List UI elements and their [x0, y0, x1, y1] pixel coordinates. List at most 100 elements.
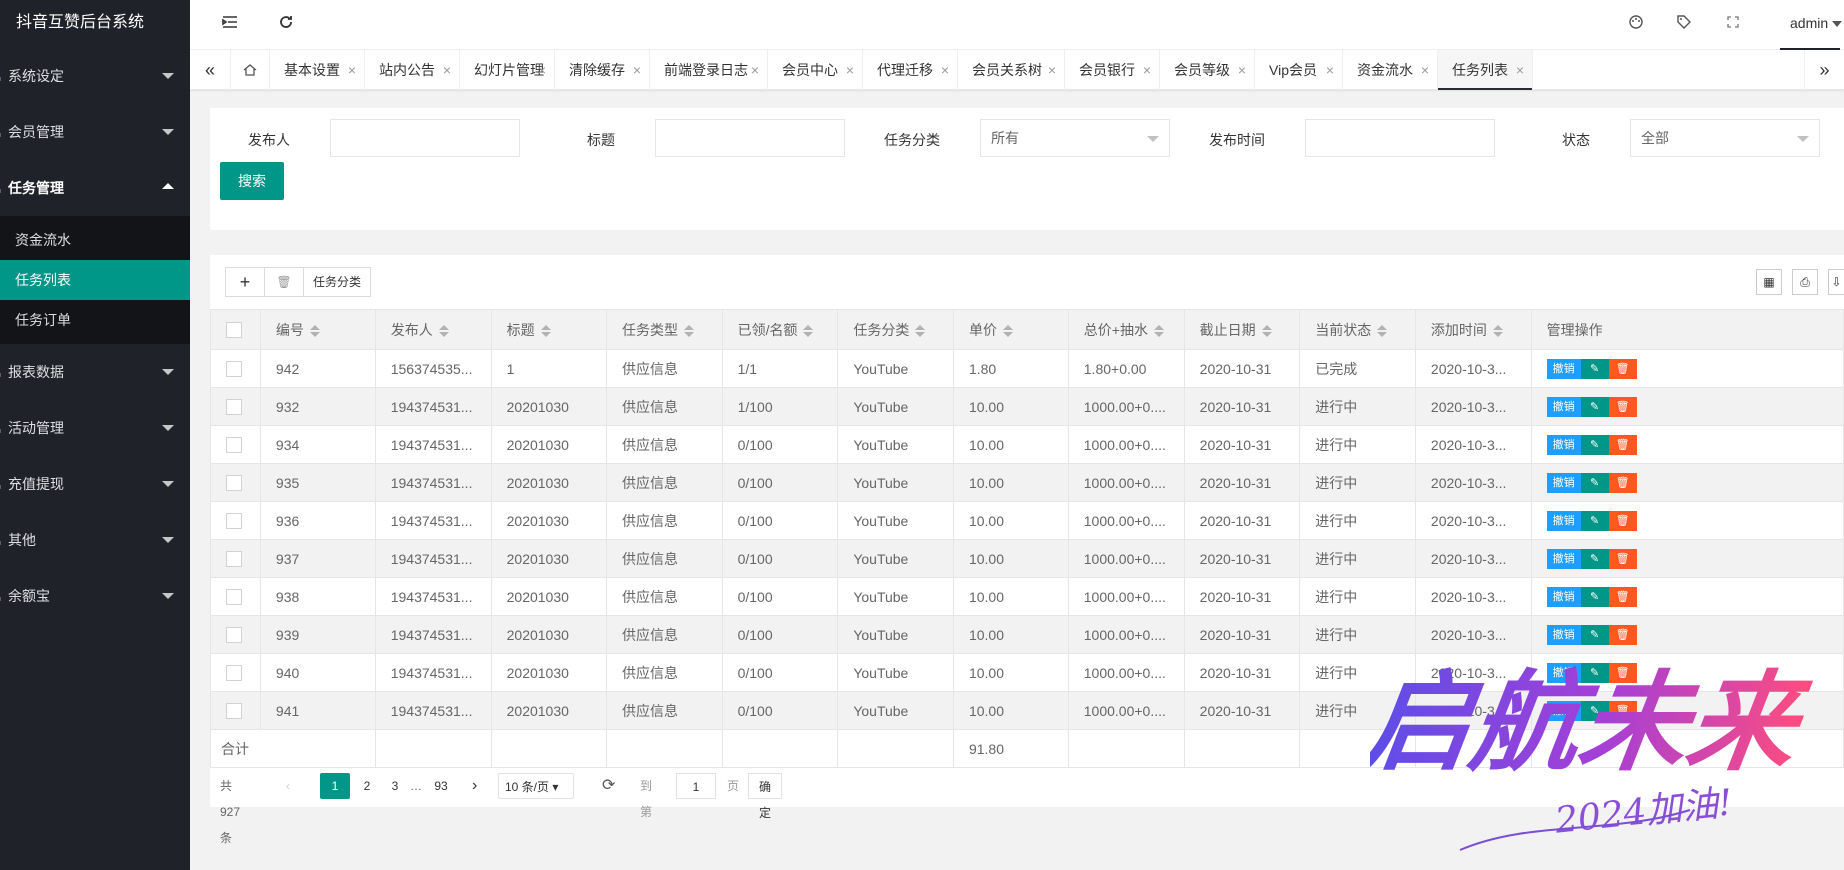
revoke-button[interactable]: 撤销	[1546, 358, 1581, 379]
revoke-button[interactable]: 撤销	[1546, 510, 1581, 531]
revoke-button[interactable]: 撤销	[1546, 472, 1581, 493]
user-menu[interactable]: admin	[1790, 15, 1843, 31]
delete-icon[interactable]: 🗑	[1608, 548, 1637, 569]
page-3[interactable]: 3	[380, 773, 410, 799]
sidebar-item-7[interactable]: ⌂余额宝	[0, 568, 190, 624]
status-select[interactable]: 全部	[1630, 119, 1820, 157]
close-icon[interactable]: ×	[1326, 50, 1334, 90]
row-checkbox[interactable]	[226, 703, 242, 720]
column-header-5[interactable]: 任务分类	[837, 309, 954, 350]
close-icon[interactable]: ×	[846, 50, 854, 90]
delete-icon[interactable]: 🗑	[1608, 396, 1637, 417]
next-page-icon[interactable]: ›	[472, 773, 477, 799]
revoke-button[interactable]: 撤销	[1546, 434, 1581, 455]
edit-icon[interactable]: ✎	[1580, 396, 1609, 417]
sidebar-subitem-2[interactable]: 任务订单	[0, 300, 190, 340]
page-last[interactable]: 93	[426, 773, 456, 799]
edit-icon[interactable]: ✎	[1580, 586, 1609, 607]
column-header-4[interactable]: 已领/名额	[721, 309, 839, 350]
row-checkbox[interactable]	[226, 589, 242, 606]
row-checkbox[interactable]	[226, 665, 242, 682]
delete-icon[interactable]: 🗑	[1608, 358, 1637, 379]
menu-fold-icon[interactable]	[220, 14, 240, 34]
sidebar-item-2[interactable]: ⌂任务管理	[0, 160, 190, 216]
sidebar-item-5[interactable]: ⌂充值提现	[0, 456, 190, 512]
column-header-1[interactable]: 发布人	[374, 309, 492, 350]
edit-icon[interactable]: ✎	[1580, 548, 1609, 569]
edit-icon[interactable]: ✎	[1580, 434, 1609, 455]
page-size-select[interactable]: 10 条/页 ▾	[498, 773, 574, 799]
tab-3[interactable]: 清除缓存 ×	[555, 50, 650, 90]
sort-icon[interactable]	[1377, 324, 1388, 337]
title-input[interactable]	[655, 119, 845, 157]
sort-icon[interactable]	[1153, 324, 1164, 337]
close-icon[interactable]: ×	[1516, 50, 1524, 90]
sort-icon[interactable]	[915, 324, 926, 337]
sidebar-item-0[interactable]: ⌂系统设定	[0, 48, 190, 104]
export-icon[interactable]: ⇩	[1828, 269, 1844, 295]
sort-icon[interactable]	[683, 324, 694, 337]
print-icon[interactable]: ⎙	[1792, 269, 1818, 295]
tab-8[interactable]: 会员银行 ×	[1065, 50, 1160, 90]
goto-confirm-button[interactable]: 确定	[748, 773, 783, 820]
close-icon[interactable]: ×	[941, 50, 949, 90]
sidebar-subitem-0[interactable]: 资金流水	[0, 220, 190, 260]
close-icon[interactable]: ×	[1421, 50, 1429, 90]
sidebar-subitem-1[interactable]: 任务列表	[0, 260, 190, 300]
search-button[interactable]: 搜索	[220, 162, 284, 200]
tabs-scroll-right-icon[interactable]: »	[1804, 50, 1844, 90]
sidebar-item-3[interactable]: ⌂报表数据	[0, 344, 190, 400]
tab-5[interactable]: 会员中心 ×	[768, 50, 863, 90]
column-header-0[interactable]: 编号	[259, 309, 376, 350]
tab-1[interactable]: 站内公告 ×	[365, 50, 460, 90]
revoke-button[interactable]: 撤销	[1546, 548, 1581, 569]
sort-icon[interactable]	[438, 324, 449, 337]
delete-icon[interactable]: 🗑	[1608, 472, 1637, 493]
sort-icon[interactable]	[1492, 324, 1503, 337]
tab-0[interactable]: 基本设置 ×	[270, 50, 365, 90]
delete-icon[interactable]: 🗑	[1608, 434, 1637, 455]
category-select[interactable]: 所有	[980, 119, 1170, 157]
delete-button[interactable]: 🗑	[264, 267, 304, 297]
tab-12[interactable]: 任务列表 ×	[1438, 50, 1533, 90]
sidebar-item-4[interactable]: ⌂活动管理	[0, 400, 190, 456]
tag-icon[interactable]	[1674, 14, 1694, 34]
column-header-9[interactable]: 当前状态	[1299, 309, 1416, 350]
task-category-button[interactable]: 任务分类	[303, 267, 371, 297]
row-checkbox[interactable]	[226, 627, 242, 644]
tab-11[interactable]: 资金流水 ×	[1343, 50, 1438, 90]
tab-4[interactable]: 前端登录日志 ×	[650, 50, 768, 90]
row-checkbox[interactable]	[226, 475, 242, 492]
tab-9[interactable]: 会员等级 ×	[1160, 50, 1255, 90]
select-all-checkbox[interactable]	[226, 322, 242, 339]
delete-icon[interactable]: 🗑	[1608, 662, 1637, 683]
column-header-6[interactable]: 单价	[952, 309, 1069, 350]
sidebar-item-1[interactable]: ⌂会员管理	[0, 104, 190, 160]
revoke-button[interactable]: 撤销	[1546, 700, 1581, 721]
sort-icon[interactable]	[309, 324, 320, 337]
edit-icon[interactable]: ✎	[1580, 662, 1609, 683]
row-checkbox[interactable]	[226, 361, 242, 378]
column-header-7[interactable]: 总价+抽水	[1067, 309, 1185, 350]
row-checkbox[interactable]	[226, 513, 242, 530]
column-header-8[interactable]: 截止日期	[1183, 309, 1301, 350]
close-icon[interactable]: ×	[633, 50, 641, 90]
revoke-button[interactable]: 撤销	[1546, 586, 1581, 607]
refresh-icon[interactable]	[276, 14, 296, 34]
goto-page-input[interactable]: 1	[676, 773, 716, 799]
column-header-10[interactable]: 添加时间	[1414, 309, 1532, 350]
edit-icon[interactable]: ✎	[1580, 358, 1609, 379]
row-checkbox[interactable]	[226, 551, 242, 568]
close-icon[interactable]: ×	[348, 50, 356, 90]
page-2[interactable]: 2	[352, 773, 382, 799]
edit-icon[interactable]: ✎	[1580, 700, 1609, 721]
delete-icon[interactable]: 🗑	[1608, 510, 1637, 531]
column-header-3[interactable]: 任务类型	[605, 309, 723, 350]
delete-icon[interactable]: 🗑	[1608, 624, 1637, 645]
close-icon[interactable]: ×	[443, 50, 451, 90]
revoke-button[interactable]: 撤销	[1546, 624, 1581, 645]
sort-icon[interactable]	[540, 324, 551, 337]
row-checkbox[interactable]	[226, 399, 242, 416]
edit-icon[interactable]: ✎	[1580, 472, 1609, 493]
delete-icon[interactable]: 🗑	[1608, 700, 1637, 721]
